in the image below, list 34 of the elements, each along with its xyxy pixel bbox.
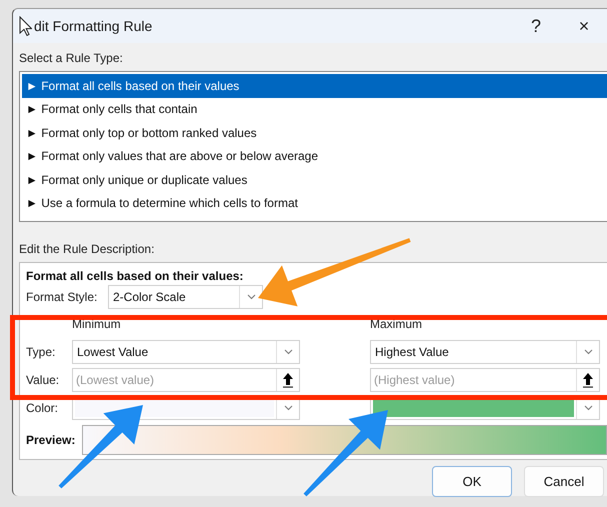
panel-heading: Format all cells based on their values:: [26, 269, 244, 283]
chevron-down-icon: [284, 405, 292, 411]
rule-type-item[interactable]: ► Format only cells that contain: [22, 98, 607, 121]
chevron-down-icon: [584, 405, 592, 411]
chevron-down-icon: [584, 349, 592, 355]
field-label: Color:: [26, 401, 60, 415]
rule-type-item[interactable]: ► Format only unique or duplicate values: [22, 168, 607, 192]
type-dropdown[interactable]: Highest Value: [370, 340, 600, 364]
chevron-down-icon: [284, 349, 292, 355]
type-dropdown[interactable]: Lowest Value: [72, 340, 300, 364]
rule-type-item[interactable]: ► Format only values that are above or below average: [22, 144, 607, 168]
value-field[interactable]: (Lowest value): [72, 368, 300, 392]
rule-type-item[interactable]: ► Format only top or bottom ranked values: [22, 121, 607, 144]
arrow-up-icon: [282, 372, 294, 388]
rule-type-item[interactable]: ► Use a formula to determine which cells to format: [22, 192, 607, 215]
field-label: Format Style:: [26, 290, 98, 304]
field-label: Type:: [26, 345, 56, 359]
arrow-up-icon: [582, 372, 594, 388]
window-title: dit Formatting Rule: [34, 18, 154, 34]
value-field[interactable]: (Highest value): [370, 368, 600, 392]
section-label: Edit the Rule Description:: [19, 242, 156, 256]
help-button[interactable]: ?: [512, 9, 560, 43]
rule-type-item[interactable]: ► Format all cells based on their values: [22, 74, 607, 98]
column-heading: Maximum: [370, 317, 424, 331]
cancel-button[interactable]: Cancel: [524, 466, 604, 497]
field-label: Value:: [26, 373, 60, 387]
format-style-dropdown[interactable]: 2-Color Scale: [108, 284, 263, 308]
field-label: Preview:: [26, 433, 76, 447]
chevron-down-icon: [246, 294, 256, 300]
column-heading: Minimum: [72, 317, 122, 331]
section-label: Select a Rule Type:: [19, 51, 124, 65]
close-button[interactable]: ×: [560, 9, 607, 43]
cursor-icon: [19, 16, 32, 36]
ok-button[interactable]: OK: [432, 466, 512, 497]
